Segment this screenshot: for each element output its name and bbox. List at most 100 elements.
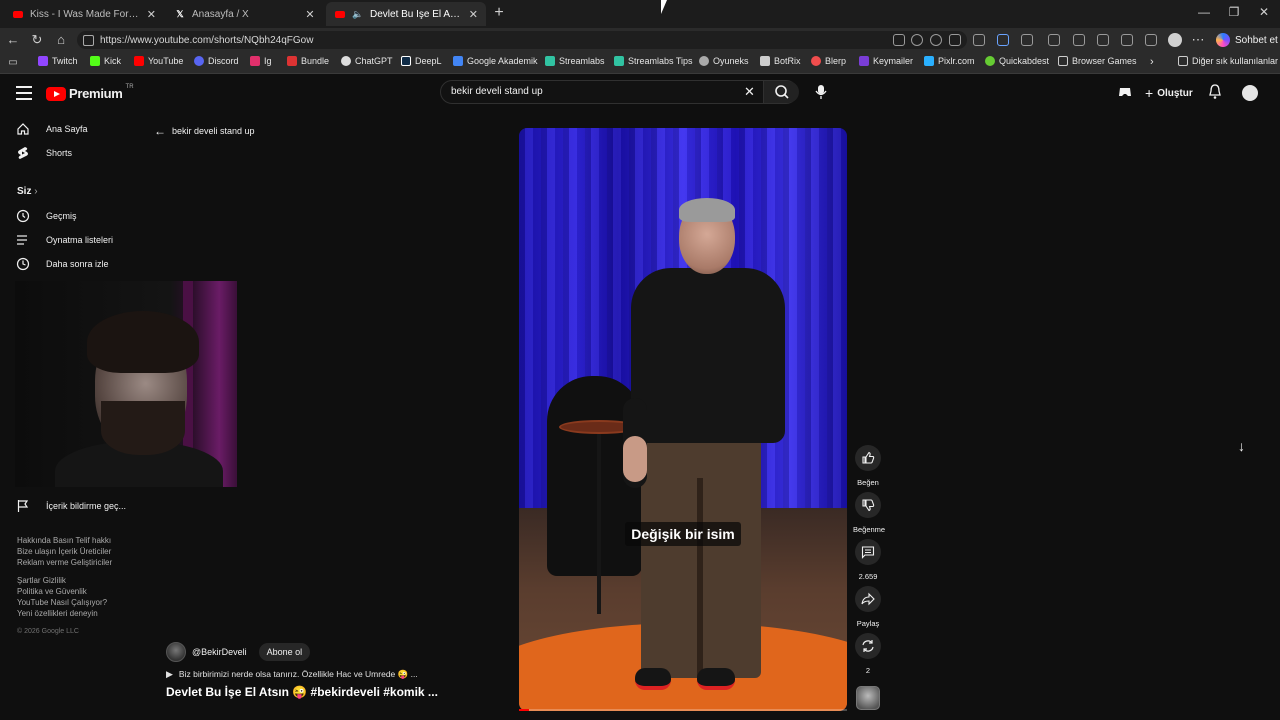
deepl-icon	[401, 56, 411, 66]
sidebar-item-watch-later[interactable]: Daha sonra izle	[16, 257, 109, 271]
address-bar-row: ← ↻ ⌂ https://www.youtube.com/shorts/NQb…	[0, 28, 1280, 52]
short-video-player[interactable]	[519, 128, 847, 711]
browser-essentials-icon[interactable]	[1073, 34, 1085, 46]
youtube-premium-logo[interactable]: Premium TR	[46, 84, 134, 101]
app-available-icon[interactable]	[893, 34, 905, 46]
sound-thumbnail[interactable]	[856, 686, 880, 710]
copilot-button[interactable]: Sohbet et	[1216, 33, 1278, 47]
sidebar-item-history[interactable]: Geçmiş	[16, 209, 77, 223]
sidebar-item-report-history[interactable]: İçerik bildirme geç...	[16, 499, 126, 513]
close-icon[interactable]: ✕	[304, 8, 316, 21]
subscribe-button[interactable]: Abone ol	[258, 643, 311, 661]
comments-button[interactable]: 2.659	[853, 539, 883, 581]
bookmark-streamlabs-tips[interactable]: Streamlabs Tips	[614, 56, 693, 66]
browser-tab-3-active[interactable]: 🔈 Devlet Bu İşe El Atsın 😜 #be ✕	[326, 2, 486, 26]
like-button[interactable]: Beğen	[853, 445, 883, 487]
video-title[interactable]: Devlet Bu İşe El Atsın 😜 #bekirdeveli #k…	[166, 685, 438, 699]
sidebar-item-playlists[interactable]: Oynatma listeleri	[16, 233, 113, 247]
browser-tab-2[interactable]: 𝕏 Anasayfa / X ✕	[166, 2, 324, 26]
bookmark-keymailer[interactable]: Keymailer	[859, 56, 913, 66]
search-button[interactable]	[763, 81, 799, 103]
video-progress-bar[interactable]	[519, 709, 847, 711]
pixlr-icon	[924, 56, 934, 66]
arrow-down-icon[interactable]: ↓	[1238, 438, 1245, 454]
quickabdest-icon	[985, 56, 995, 66]
close-icon[interactable]: ✕	[147, 8, 156, 21]
profile-avatar[interactable]	[1168, 33, 1182, 47]
footer-line[interactable]: Politika ve Güvenlik	[17, 586, 147, 597]
search-box[interactable]: bekir develi stand up ✕	[440, 80, 799, 104]
zoom-icon[interactable]	[911, 34, 923, 46]
bookmark-browser-games[interactable]: Browser Games	[1058, 56, 1137, 66]
bookmark-oyuneks[interactable]: Oyuneks	[699, 56, 749, 66]
extension-icon[interactable]	[973, 34, 985, 46]
site-info-icon[interactable]	[83, 34, 94, 46]
restore-icon[interactable]: ❐	[1226, 5, 1242, 19]
bookmark-instagram[interactable]: Ig	[250, 56, 272, 66]
bookmark-pixlr[interactable]: Pixlr.com	[924, 56, 975, 66]
minimize-icon[interactable]: —	[1196, 5, 1212, 19]
search-input[interactable]: bekir develi stand up	[451, 86, 543, 97]
downloads-icon[interactable]	[1121, 34, 1133, 46]
close-icon[interactable]: ✕	[469, 8, 478, 21]
split-screen-icon[interactable]	[1048, 34, 1060, 46]
footer-line[interactable]: Hakkında Basın Telif hakkı	[17, 535, 147, 546]
bookmark-quickabdest[interactable]: Quickabdest	[985, 56, 1049, 66]
microphone-icon[interactable]	[814, 84, 828, 100]
playables-icon[interactable]	[1118, 86, 1132, 98]
bookmark-chatgpt[interactable]: ChatGPT	[341, 56, 393, 66]
bookmark-blerp[interactable]: Blerp	[811, 56, 846, 66]
home-icon[interactable]: ⌂	[53, 32, 69, 48]
url-bar[interactable]: https://www.youtube.com/shorts/NQbh24qFG…	[77, 31, 967, 49]
tabs-action-icon[interactable]: ▭	[5, 55, 21, 71]
channel-avatar[interactable]	[166, 642, 186, 662]
sidebar-item-home[interactable]: Ana Sayfa	[16, 122, 88, 136]
twitch-icon	[38, 56, 48, 66]
bookmark-kick[interactable]: Kick	[90, 56, 121, 66]
back-to-search-link[interactable]: ← bekir develi stand up	[154, 124, 255, 138]
sidebar-item-shorts[interactable]: Shorts	[16, 146, 72, 160]
extension-icon[interactable]	[997, 34, 1009, 46]
bookmark-discord[interactable]: Discord	[194, 56, 239, 66]
bookmark-google-scholar[interactable]: Google Akademik	[453, 56, 538, 66]
other-bookmarks-folder[interactable]: Diğer sık kullanılanlar	[1178, 56, 1278, 66]
bookmarks-overflow-chevron-icon[interactable]: ›	[1150, 56, 1154, 68]
footer-line[interactable]: Yeni özellikleri deneyin	[17, 608, 147, 619]
sidebar-section-you[interactable]: Siz ›	[17, 186, 38, 197]
share-button[interactable]: Paylaş	[853, 586, 883, 628]
mouse-cursor-icon	[661, 0, 667, 14]
bookmark-deepl[interactable]: DeepL	[401, 56, 442, 66]
notifications-bell-icon[interactable]	[1208, 84, 1222, 100]
bookmark-twitch[interactable]: Twitch	[38, 56, 78, 66]
collections-icon[interactable]	[1097, 34, 1109, 46]
back-icon[interactable]: ←	[5, 32, 21, 48]
extensions-puzzle-icon[interactable]	[1021, 34, 1033, 46]
browser-tab-1[interactable]: Kiss - I Was Made For Lovin' You - ✕	[4, 2, 164, 26]
speaker-icon[interactable]: 🔈	[352, 8, 364, 20]
share-icon[interactable]	[1145, 34, 1157, 46]
reload-icon[interactable]: ↻	[29, 32, 45, 48]
new-tab-button[interactable]: +	[490, 4, 508, 22]
favorite-star-icon[interactable]	[949, 34, 961, 46]
footer-line[interactable]: YouTube Nasıl Çalışıyor?	[17, 597, 147, 608]
account-avatar[interactable]	[1240, 83, 1260, 103]
close-window-icon[interactable]: ✕	[1256, 5, 1272, 19]
clear-search-icon[interactable]: ✕	[744, 84, 755, 100]
more-menu-icon[interactable]: ⋯	[1190, 32, 1206, 48]
bookmark-botrix[interactable]: BotRix	[760, 56, 801, 66]
webcam-overlay	[15, 281, 237, 487]
bookmark-youtube[interactable]: YouTube	[134, 56, 183, 66]
hamburger-menu-icon[interactable]	[16, 86, 32, 100]
footer-line[interactable]: Bize ulaşın İçerik Üreticiler	[17, 546, 147, 557]
tracking-icon[interactable]	[930, 34, 942, 46]
comments-count: 2.659	[858, 572, 878, 581]
dislike-button[interactable]: Beğenme	[853, 492, 885, 534]
video-description[interactable]: ▶ Biz birbirimizi nerde olsa tanırız. Öz…	[166, 669, 418, 680]
footer-line[interactable]: Reklam verme Geliştiriciler	[17, 557, 147, 568]
channel-name[interactable]: @BekirDeveli	[192, 647, 247, 657]
footer-line[interactable]: Şartlar Gizlilik	[17, 575, 147, 586]
create-button[interactable]: + Oluştur	[1145, 85, 1193, 101]
remix-button[interactable]: 2	[853, 633, 883, 675]
bookmark-streamlabs[interactable]: Streamlabs	[545, 56, 605, 66]
bookmark-bundle[interactable]: Bundle	[287, 56, 329, 66]
